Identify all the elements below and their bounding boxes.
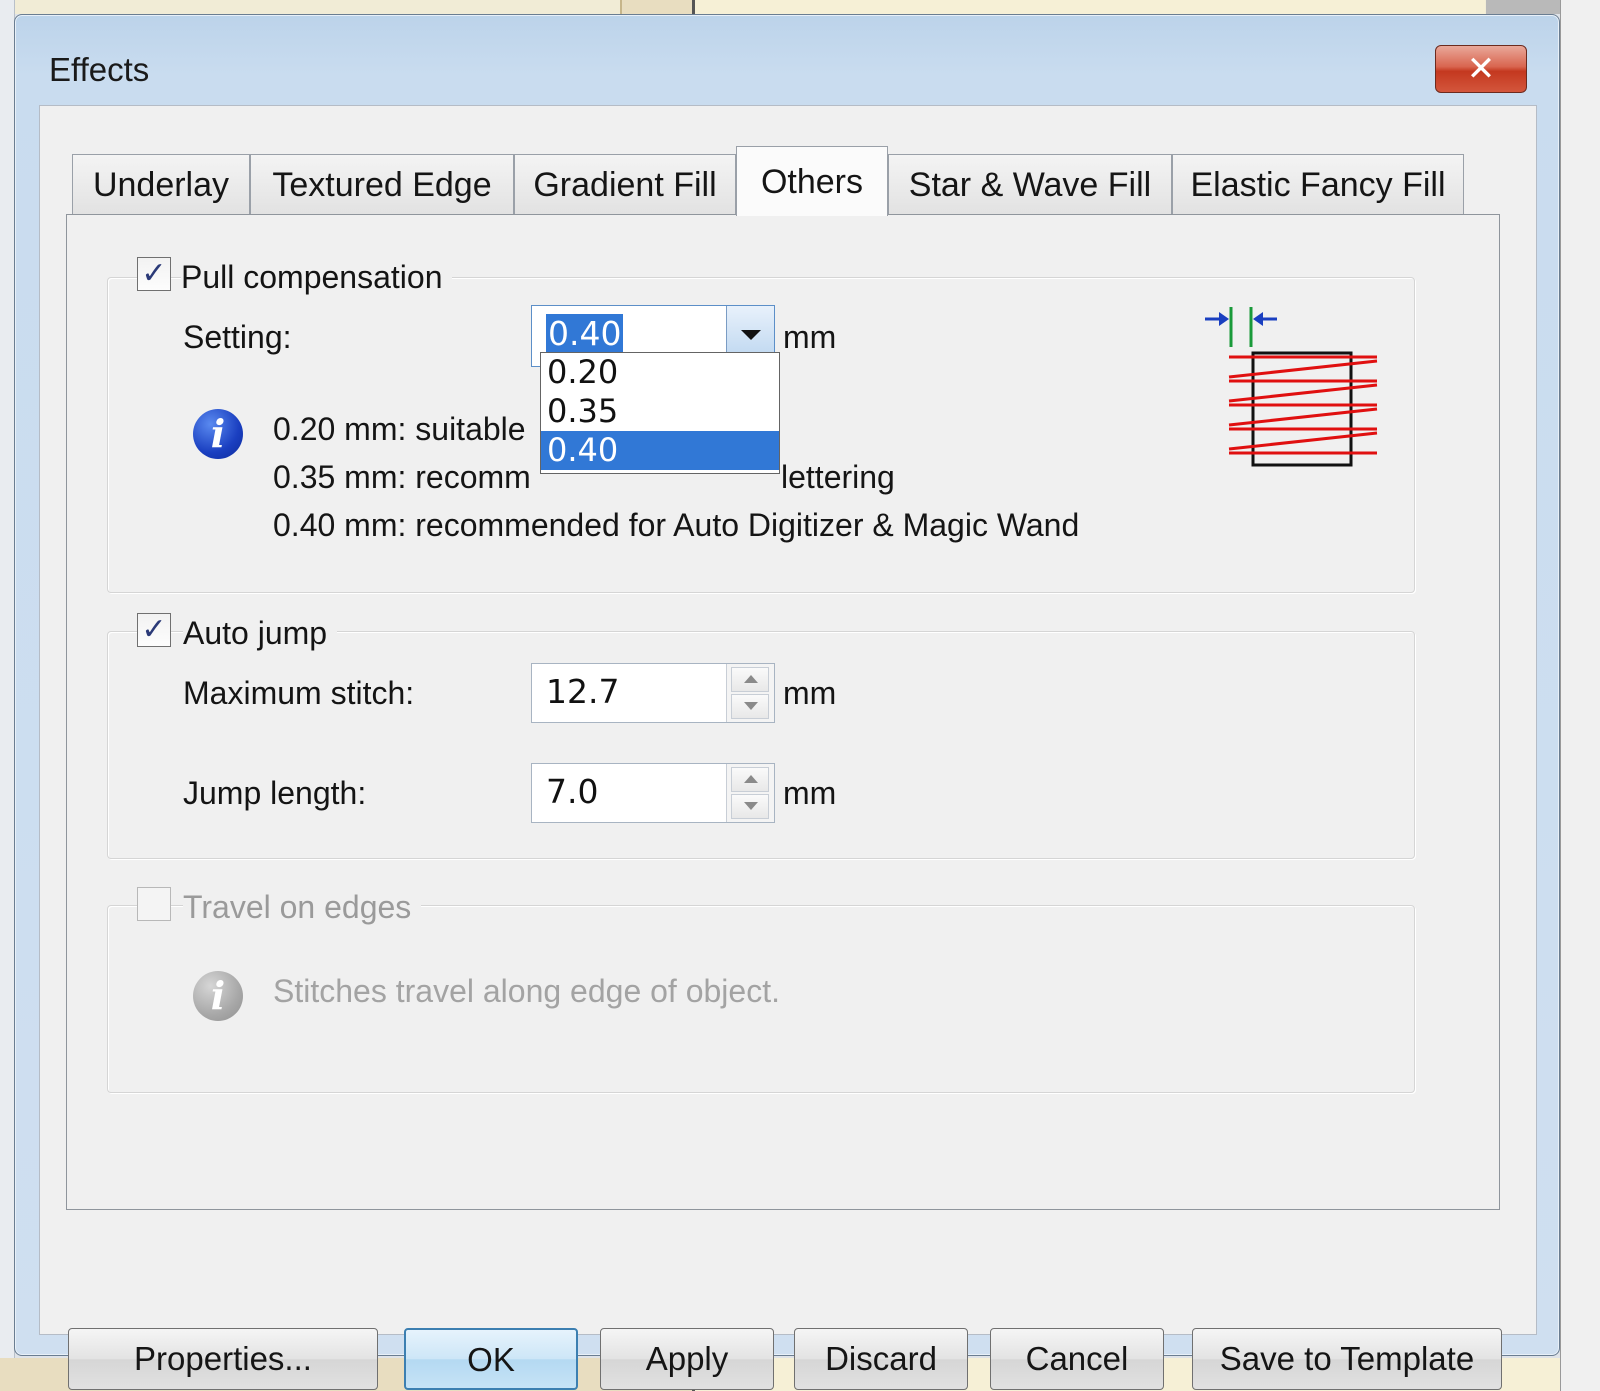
dialog-client-area: Underlay Textured Edge Gradient Fill Oth… [39,105,1537,1390]
jump-length-unit: mm [783,775,837,811]
setting-label: Setting: [183,319,292,355]
info-line-2-tail: lettering [781,459,895,495]
effects-dialog: Effects ✕ Underlay Textured Edge Gradien… [14,14,1560,1390]
dropdown-option-0-20[interactable]: 0.20 [541,353,779,392]
auto-jump-label: Auto jump [183,615,338,652]
maximum-stitch-stepper[interactable]: 12.7 [531,663,775,723]
save-to-template-button[interactable]: Save to Template [1192,1328,1502,1390]
tab-textured-edge[interactable]: Textured Edge [250,154,514,214]
dialog-title: Effects [49,51,150,88]
checkmark-icon: ✓ [141,256,167,291]
apply-button[interactable]: Apply [600,1328,774,1390]
info-line-2: 0.35 mm: recomm [273,459,531,495]
pull-compensation-label: Pull compensation [181,259,453,296]
travel-on-edges-label: Travel on edges [183,889,422,926]
dropdown-option-0-35[interactable]: 0.35 [541,392,779,431]
spin-up-button[interactable] [731,767,769,792]
dropdown-option-0-40[interactable]: 0.40 [541,431,779,470]
ok-button[interactable]: OK [404,1328,578,1390]
tab-others[interactable]: Others [736,146,888,216]
tab-underlay[interactable]: Underlay [72,154,250,214]
maximum-stitch-unit: mm [783,675,837,711]
pull-compensation-diagram-icon [1205,307,1378,467]
others-tab-panel: ✓ Pull compensation Setting: 0.40 mm i 0… [66,214,1500,1210]
setting-unit: mm [783,319,837,355]
properties-button[interactable]: Properties... [68,1328,378,1390]
chevron-down-icon [741,330,761,340]
close-icon: ✕ [1466,49,1496,89]
info-line-1: 0.20 mm: suitable [273,411,526,447]
jump-length-stepper[interactable]: 7.0 [531,763,775,823]
desktop-background-panel [620,0,692,14]
maximum-stitch-label: Maximum stitch: [183,675,415,711]
maximum-stitch-value: 12.7 [546,672,620,711]
travel-on-edges-checkbox[interactable] [137,887,171,921]
pull-compensation-dropdown-list: 0.20 0.35 0.40 [540,352,780,474]
desktop-background-left [0,0,15,1391]
spin-up-button[interactable] [731,667,769,692]
tab-star-wave-fill[interactable]: Star & Wave Fill [888,154,1172,214]
desktop-background-panel [692,0,1485,14]
pull-compensation-checkbox[interactable]: ✓ [137,257,171,291]
jump-length-value: 7.0 [546,772,599,811]
travel-on-edges-info: Stitches travel along edge of object. [273,973,780,1009]
cancel-button[interactable]: Cancel [990,1328,1164,1390]
spin-down-button[interactable] [731,694,769,719]
info-icon: i [193,971,243,1021]
auto-jump-checkbox[interactable]: ✓ [137,613,171,647]
checkmark-icon: ✓ [141,612,167,647]
tab-gradient-fill[interactable]: Gradient Fill [514,154,736,214]
combo-value: 0.40 [546,314,624,353]
close-button[interactable]: ✕ [1435,45,1527,93]
desktop-background-right [1560,0,1600,1391]
spin-buttons [726,664,774,722]
info-icon: i [193,409,243,459]
jump-length-label: Jump length: [183,775,367,811]
discard-button[interactable]: Discard [794,1328,968,1390]
info-line-3: 0.40 mm: recommended for Auto Digitizer … [273,507,1080,543]
spin-down-button[interactable] [731,794,769,819]
spin-buttons [726,764,774,822]
tab-elastic-fancy-fill[interactable]: Elastic Fancy Fill [1172,154,1464,214]
